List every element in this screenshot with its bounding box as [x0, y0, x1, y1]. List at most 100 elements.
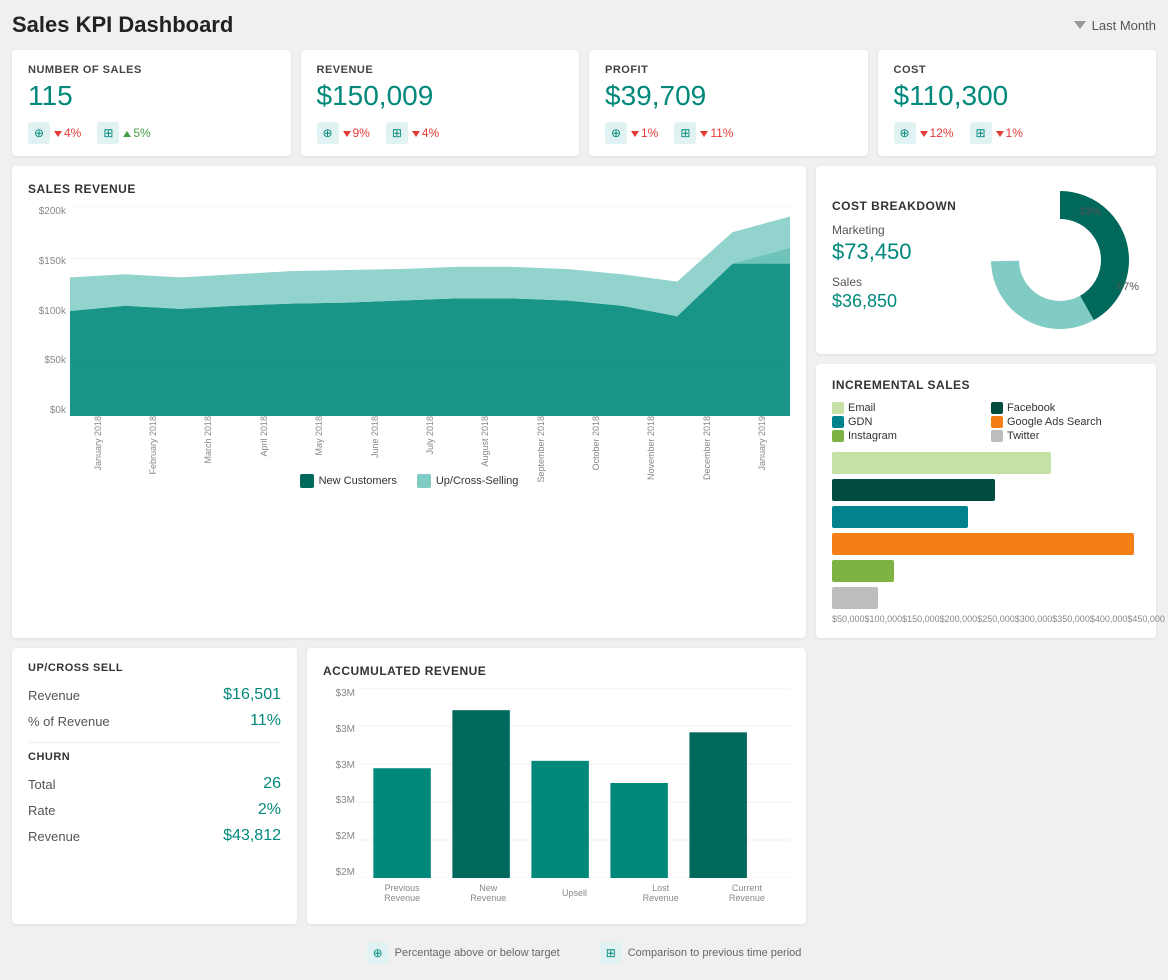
- target-icon-0: ⊕: [28, 122, 50, 144]
- churn-rate-label: Rate: [28, 803, 55, 818]
- x-label-dec18: December 2018: [702, 416, 712, 480]
- tri-down-icon: [54, 131, 62, 137]
- kpi-metric-prev-1: ⊞ 4%: [386, 122, 439, 144]
- kpi-metrics-2: ⊕ 1% ⊞ 11%: [605, 122, 852, 144]
- chevron-down-icon: [1074, 21, 1086, 29]
- kpi-value-2: $39,709: [605, 80, 852, 112]
- bar-prev-revenue: [373, 768, 430, 878]
- churn-total-label: Total: [28, 777, 55, 792]
- revenue-label: Revenue: [28, 688, 80, 703]
- page-title: Sales KPI Dashboard: [12, 12, 233, 38]
- calendar-icon-1: ⊞: [386, 122, 408, 144]
- kpi-metrics-0: ⊕ 4% ⊞ 5%: [28, 122, 275, 144]
- kpi-row: NUMBER OF SALES 115 ⊕ 4% ⊞ 5% REVENUE $1…: [12, 50, 1156, 156]
- tri-down-icon: [412, 131, 420, 137]
- x-label-sep18: September 2018: [536, 416, 546, 483]
- marketing-value: $73,450: [832, 239, 980, 265]
- footer-calendar-icon: ⊞: [600, 942, 622, 964]
- x-label-jun18: June 2018: [370, 416, 380, 458]
- y-label-0k: $0k: [28, 405, 66, 416]
- tri-up-icon: [123, 131, 131, 137]
- kpi-label-2: PROFIT: [605, 64, 852, 76]
- horizontal-bar-chart: $50,000 $100,000 $150,000 $200,000 $250,…: [832, 452, 1140, 624]
- x-label-upsell: Upsell: [549, 888, 599, 898]
- churn-title: CHURN: [28, 751, 281, 763]
- revenue-row: Revenue $16,501: [28, 682, 281, 708]
- kpi-value-3: $110,300: [894, 80, 1141, 112]
- pct-revenue-row: % of Revenue 11%: [28, 708, 281, 734]
- churn-rev-row: Revenue $43,812: [28, 823, 281, 849]
- pct-revenue-value: 11%: [250, 712, 281, 730]
- legend-color-upcross: [417, 474, 431, 488]
- kpi-value-1: $150,009: [317, 80, 564, 112]
- y-label-100k: $100k: [28, 306, 66, 317]
- main-row: SALES REVENUE $200k $150k $100k $50k $0k: [12, 166, 1156, 638]
- churn-rate-row: Rate 2%: [28, 797, 281, 823]
- churn-rate-value: 2%: [258, 801, 281, 819]
- footer-target-icon: ⊕: [367, 942, 389, 964]
- churn-rev-value: $43,812: [223, 827, 281, 845]
- x-label-aug18: August 2018: [480, 416, 490, 467]
- target-icon-2: ⊕: [605, 122, 627, 144]
- churn-total-value: 26: [263, 775, 281, 793]
- target-icon-1: ⊕: [317, 122, 339, 144]
- kpi-label-3: COST: [894, 64, 1141, 76]
- legend-instagram: Instagram: [832, 430, 981, 442]
- revenue-value: $16,501: [223, 686, 281, 704]
- legend-label-new: New Customers: [319, 475, 397, 487]
- kpi-metric-target-1: ⊕ 9%: [317, 122, 370, 144]
- bar-current-revenue: [689, 732, 746, 878]
- legend-gdn: GDN: [832, 416, 981, 428]
- sales-revenue-card: SALES REVENUE $200k $150k $100k $50k $0k: [12, 166, 806, 638]
- calendar-icon-2: ⊞: [674, 122, 696, 144]
- x-label-mar18: March 2018: [203, 416, 213, 464]
- kpi-card-cost: COST $110,300 ⊕ 12% ⊞ 1%: [878, 50, 1157, 156]
- tri-down-icon: [996, 131, 1004, 137]
- x-label-prev-rev: Previous Revenue: [377, 883, 427, 903]
- kpi-metric-target-3: ⊕ 12%: [894, 122, 954, 144]
- legend-google-ads: Google Ads Search: [991, 416, 1140, 428]
- footer: ⊕ Percentage above or below target ⊞ Com…: [12, 934, 1156, 968]
- sales-cost-value: $36,850: [832, 291, 980, 312]
- bar-new-revenue: [452, 710, 509, 878]
- kpi-value-0: 115: [28, 80, 275, 112]
- x-label-curr-rev: Current Revenue: [722, 883, 772, 903]
- bar-facebook: [832, 479, 1140, 501]
- sales-revenue-legend: New Customers Up/Cross-Selling: [28, 474, 790, 488]
- pct-revenue-label: % of Revenue: [28, 714, 110, 729]
- tri-down-icon: [631, 131, 639, 137]
- bar-email: [832, 452, 1140, 474]
- cost-breakdown-title: COST BREAKDOWN: [832, 199, 980, 213]
- y-label-200k: $200k: [28, 206, 66, 217]
- kpi-metric-prev-3: ⊞ 1%: [970, 122, 1023, 144]
- upcross-churn-card: UP/CROSS SELL Revenue $16,501 % of Reven…: [12, 648, 297, 924]
- bar-gdn: [832, 506, 1140, 528]
- footer-item-1: ⊕ Percentage above or below target: [367, 942, 560, 964]
- calendar-icon-3: ⊞: [970, 122, 992, 144]
- kpi-metric-prev-0: ⊞ 5%: [97, 122, 150, 144]
- tri-down-icon: [920, 131, 928, 137]
- churn-total-row: Total 26: [28, 771, 281, 797]
- x-label-feb18: February 2018: [148, 416, 158, 475]
- legend-twitter: Twitter: [991, 430, 1140, 442]
- x-label-jul18: July 2018: [425, 416, 435, 455]
- kpi-metric-target-0: ⊕ 4%: [28, 122, 81, 144]
- x-label-may18: May 2018: [314, 416, 324, 456]
- donut-chart: 33% 67%: [980, 180, 1140, 340]
- x-label-jan18: January 2018: [93, 416, 103, 471]
- legend-email: Email: [832, 402, 981, 414]
- kpi-label-0: NUMBER OF SALES: [28, 64, 275, 76]
- kpi-metric-prev-2: ⊞ 11%: [674, 122, 733, 144]
- legend-color-new: [300, 474, 314, 488]
- incremental-title: INCREMENTAL SALES: [832, 378, 1140, 392]
- filter-label: Last Month: [1092, 18, 1156, 33]
- y-label-50k: $50k: [28, 355, 66, 366]
- tri-down-icon: [700, 131, 708, 137]
- legend-new-customers: New Customers: [300, 474, 397, 488]
- legend-facebook: Facebook: [991, 402, 1140, 414]
- filter-button[interactable]: Last Month: [1074, 18, 1156, 33]
- incremental-legend: Email Facebook GDN Google Ads Search Ins…: [832, 402, 1140, 442]
- churn-rev-label: Revenue: [28, 829, 80, 844]
- accumulated-revenue-card: ACCUMULATED REVENUE $3M $3M $3M $3M $2M …: [307, 648, 806, 924]
- sales-revenue-title: SALES REVENUE: [28, 182, 790, 196]
